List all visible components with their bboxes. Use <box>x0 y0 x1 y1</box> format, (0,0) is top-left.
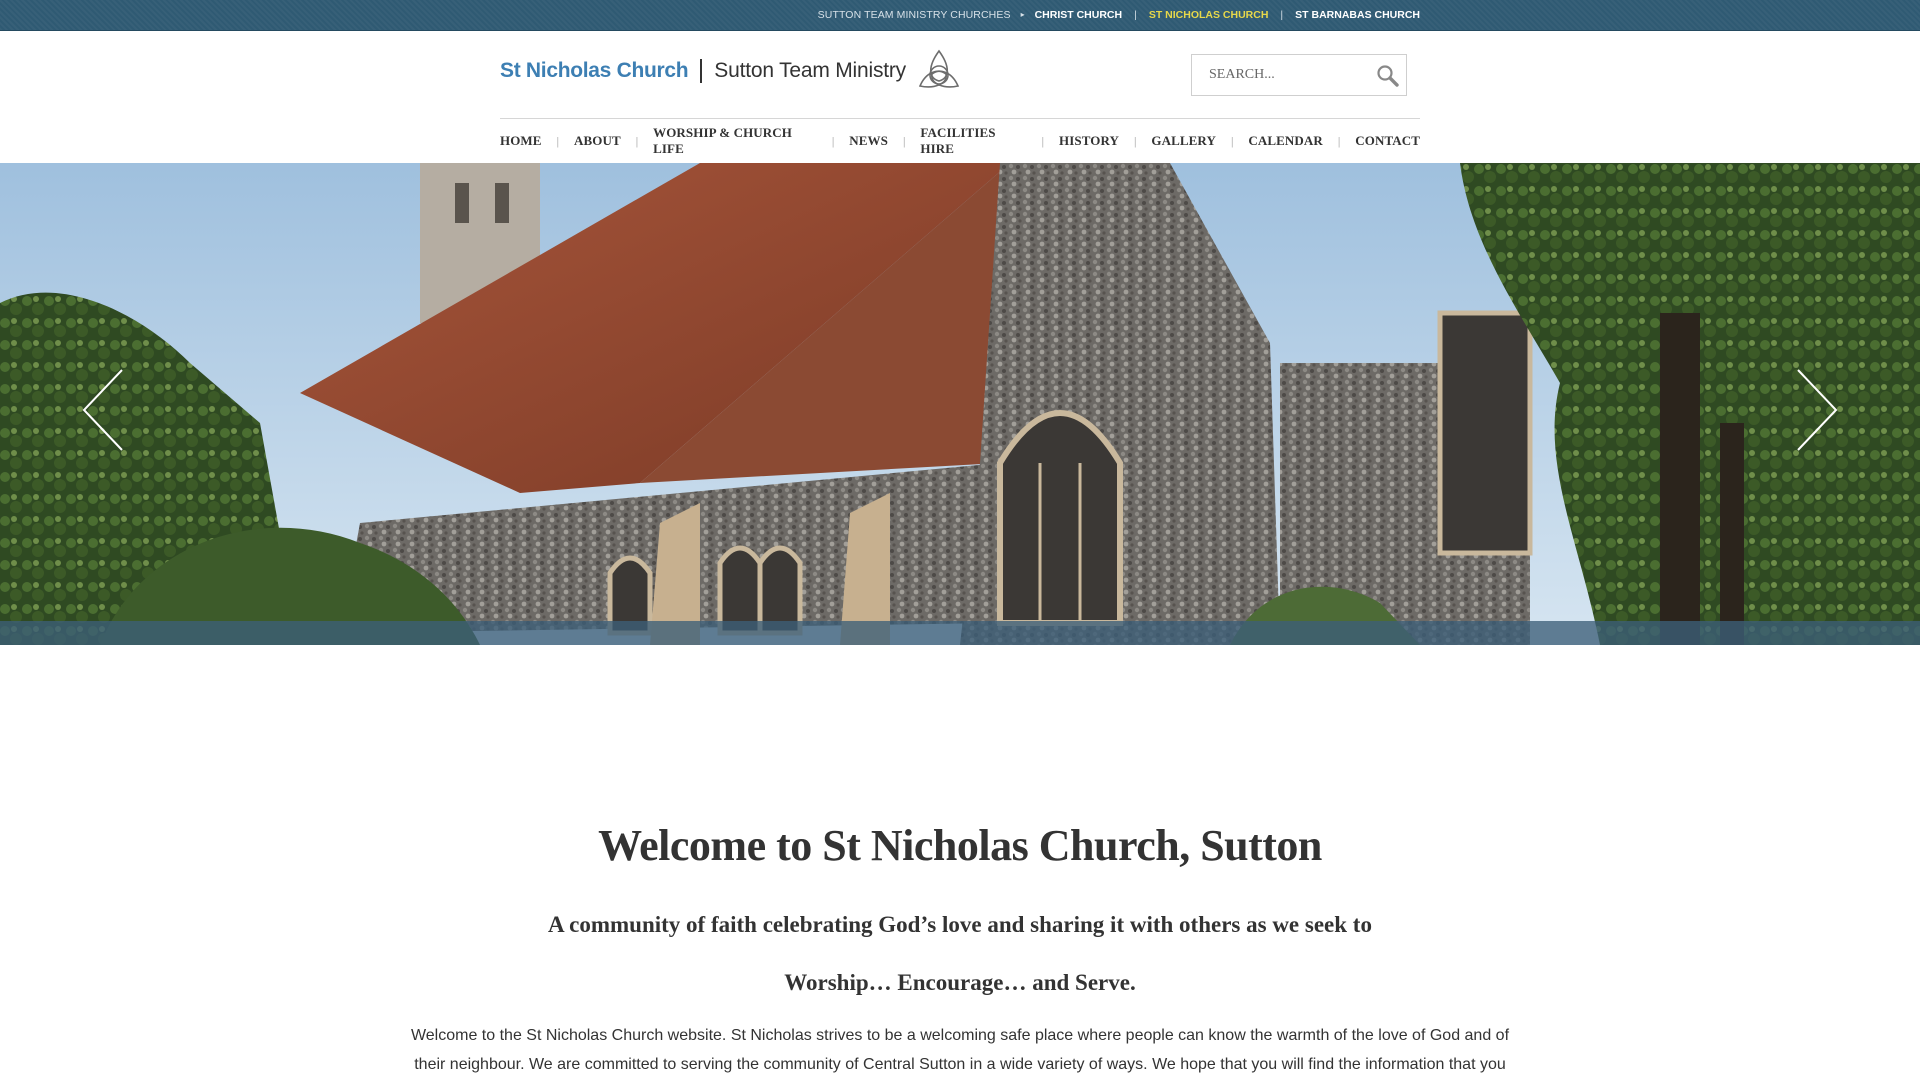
chevron-right-icon[interactable] <box>1794 368 1840 452</box>
nav-separator: | <box>1041 133 1045 148</box>
bullet-icon: ▸ <box>1020 10 1025 19</box>
site-header: St Nicholas Church Sutton Team Ministry <box>500 31 1420 119</box>
chevron-left-icon[interactable] <box>80 368 126 452</box>
magnifier-icon[interactable] <box>1376 64 1400 88</box>
separator: | <box>1134 8 1137 21</box>
main-nav: HOME | ABOUT | WORSHIP & CHURCH LIFE | N… <box>500 120 1420 162</box>
nav-separator: | <box>1337 133 1341 148</box>
hero-slider <box>0 163 1920 645</box>
logo-divider <box>700 59 703 83</box>
nav-history[interactable]: HISTORY <box>1059 133 1119 149</box>
top-bar: SUTTON TEAM MINISTRY CHURCHES ▸ CHRIST C… <box>0 0 1920 31</box>
nav-gallery[interactable]: GALLERY <box>1151 133 1216 149</box>
intro-text: Welcome to the St Nicholas Church websit… <box>410 1027 1510 1073</box>
nav-separator: | <box>1134 133 1137 148</box>
topbar-link-christ-church[interactable]: CHRIST CHURCH <box>1035 9 1123 21</box>
topbar-link-st-barnabas[interactable]: ST BARNABAS CHURCH <box>1295 9 1420 21</box>
separator: | <box>1280 8 1284 21</box>
nav-worship[interactable]: WORSHIP & CHURCH LIFE <box>653 125 817 157</box>
church-photo <box>0 163 1920 645</box>
tagline: A community of faith celebrating God’s l… <box>548 912 1372 995</box>
nav-facilities-hire[interactable]: FACILITIES HIRE <box>920 125 1026 157</box>
search-input[interactable] <box>1192 56 1362 94</box>
logo-ministry-name: Sutton Team Ministry <box>714 59 906 82</box>
search-box <box>1191 54 1407 96</box>
nav-contact[interactable]: CONTACT <box>1355 133 1420 149</box>
nav-separator: | <box>635 133 639 148</box>
nav-about[interactable]: ABOUT <box>574 133 621 149</box>
trinity-knot-icon <box>916 48 962 95</box>
nav-news[interactable]: NEWS <box>849 133 888 149</box>
nav-separator: | <box>903 133 906 148</box>
site-logo[interactable]: St Nicholas Church Sutton Team Ministry <box>500 49 962 93</box>
nav-home[interactable]: HOME <box>500 133 542 149</box>
nav-calendar[interactable]: CALENDAR <box>1248 133 1322 149</box>
church-switcher: SUTTON TEAM MINISTRY CHURCHES ▸ CHRIST C… <box>818 0 1420 29</box>
logo-church-name: St Nicholas Church <box>500 59 689 82</box>
nav-separator: | <box>831 133 835 148</box>
topbar-label: SUTTON TEAM MINISTRY CHURCHES <box>817 8 1011 21</box>
nav-separator: | <box>556 133 559 148</box>
topbar-link-st-nicholas[interactable]: ST NICHOLAS CHURCH <box>1149 9 1269 21</box>
slider-caption-band <box>0 621 1920 645</box>
page-title: Welcome to St Nicholas Church, Sutton <box>598 821 1322 870</box>
nav-separator: | <box>1230 133 1234 148</box>
